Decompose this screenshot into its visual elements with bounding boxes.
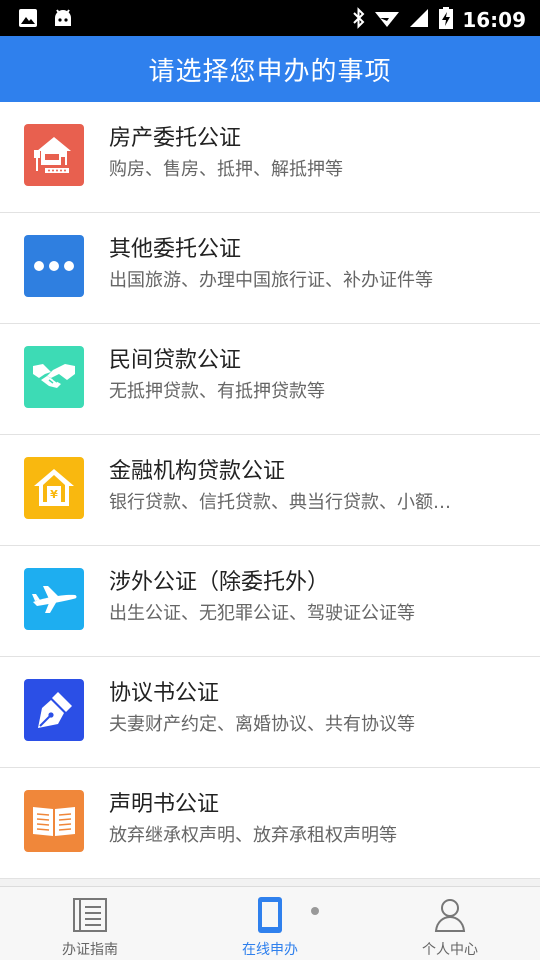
icon-tile — [24, 790, 84, 852]
item-description: 购房、售房、抵押、解抵押等 — [109, 159, 343, 180]
battery-icon — [438, 6, 454, 34]
icon-tile — [24, 124, 84, 186]
list-item-declaration[interactable]: 声明书公证 放弃继承权声明、放弃承租权声明等 — [0, 768, 540, 879]
phone-icon — [258, 897, 282, 933]
more-dots-icon — [34, 261, 74, 271]
icon-tile — [24, 235, 84, 297]
service-list: 房产委托公证 购房、售房、抵押、解抵押等 其他委托公证 出国旅游、办理中国旅行证… — [0, 102, 540, 879]
list-item-private-loan[interactable]: 民间贷款公证 无抵押贷款、有抵押贷款等 — [0, 324, 540, 435]
tab-label: 办证指南 — [62, 942, 118, 958]
tab-online-apply[interactable]: 在线申办 — [180, 887, 360, 960]
gallery-notification-icon — [18, 8, 38, 32]
tab-guide[interactable]: 办证指南 — [0, 887, 180, 960]
bluetooth-icon — [352, 7, 366, 33]
tab-personal-center[interactable]: 个人中心 — [360, 887, 540, 960]
item-description: 无抵押贷款、有抵押贷款等 — [109, 381, 325, 402]
item-description: 出生公证、无犯罪公证、驾驶证公证等 — [109, 603, 415, 624]
tab-label: 个人中心 — [422, 942, 478, 958]
item-title: 金融机构贷款公证 — [109, 459, 286, 484]
handshake-icon — [33, 364, 75, 388]
list-item-bank-loan[interactable]: ¥ 金融机构贷款公证 银行贷款、信托贷款、典当行贷款、小额贷款等 — [0, 435, 540, 546]
status-bar: 16:09 — [0, 0, 540, 36]
airplane-icon — [32, 586, 77, 613]
android-notification-icon — [52, 8, 74, 32]
item-title: 房产委托公证 — [109, 126, 242, 151]
list-item-foreign[interactable]: 涉外公证（除委托外） 出生公证、无犯罪公证、驾驶证公证等 — [0, 546, 540, 657]
notification-dot — [311, 907, 319, 915]
item-title: 其他委托公证 — [109, 237, 242, 262]
page-title: 请选择您申办的事项 — [148, 56, 392, 87]
pen-icon — [38, 692, 72, 728]
bank-house-icon: ¥ — [34, 469, 74, 506]
user-icon — [434, 899, 466, 932]
item-description: 出国旅游、办理中国旅行证、补办证件等 — [109, 270, 433, 291]
item-title: 民间贷款公证 — [109, 348, 242, 373]
icon-tile — [24, 346, 84, 408]
list-item-other-entrust[interactable]: 其他委托公证 出国旅游、办理中国旅行证、补办证件等 — [0, 213, 540, 324]
svg-text:¥: ¥ — [50, 488, 58, 501]
item-description: 放弃继承权声明、放弃承租权声明等 — [109, 825, 397, 846]
tab-label: 在线申办 — [242, 942, 298, 958]
wifi-icon — [374, 7, 400, 33]
header-bar: 请选择您申办的事项 — [0, 36, 540, 102]
book-icon — [33, 807, 75, 836]
item-title: 声明书公证 — [109, 792, 220, 817]
item-description: 夫妻财产约定、离婚协议、共有协议等 — [109, 714, 415, 735]
signal-icon — [408, 7, 430, 33]
guide-list-icon — [73, 898, 107, 932]
icon-tile — [24, 679, 84, 741]
item-title: 协议书公证 — [109, 681, 220, 706]
status-clock: 16:09 — [462, 8, 526, 32]
bottom-tab-bar: 办证指南 在线申办 个人中心 — [0, 886, 540, 960]
icon-tile: ¥ — [24, 457, 84, 519]
item-title: 涉外公证（除委托外） — [109, 570, 330, 595]
house-icon — [34, 137, 71, 173]
icon-tile — [24, 568, 84, 630]
item-description: 银行贷款、信托贷款、典当行贷款、小额贷款等 — [109, 492, 459, 513]
list-item-agreement[interactable]: 协议书公证 夫妻财产约定、离婚协议、共有协议等 — [0, 657, 540, 768]
list-item-real-estate[interactable]: 房产委托公证 购房、售房、抵押、解抵押等 — [0, 102, 540, 213]
